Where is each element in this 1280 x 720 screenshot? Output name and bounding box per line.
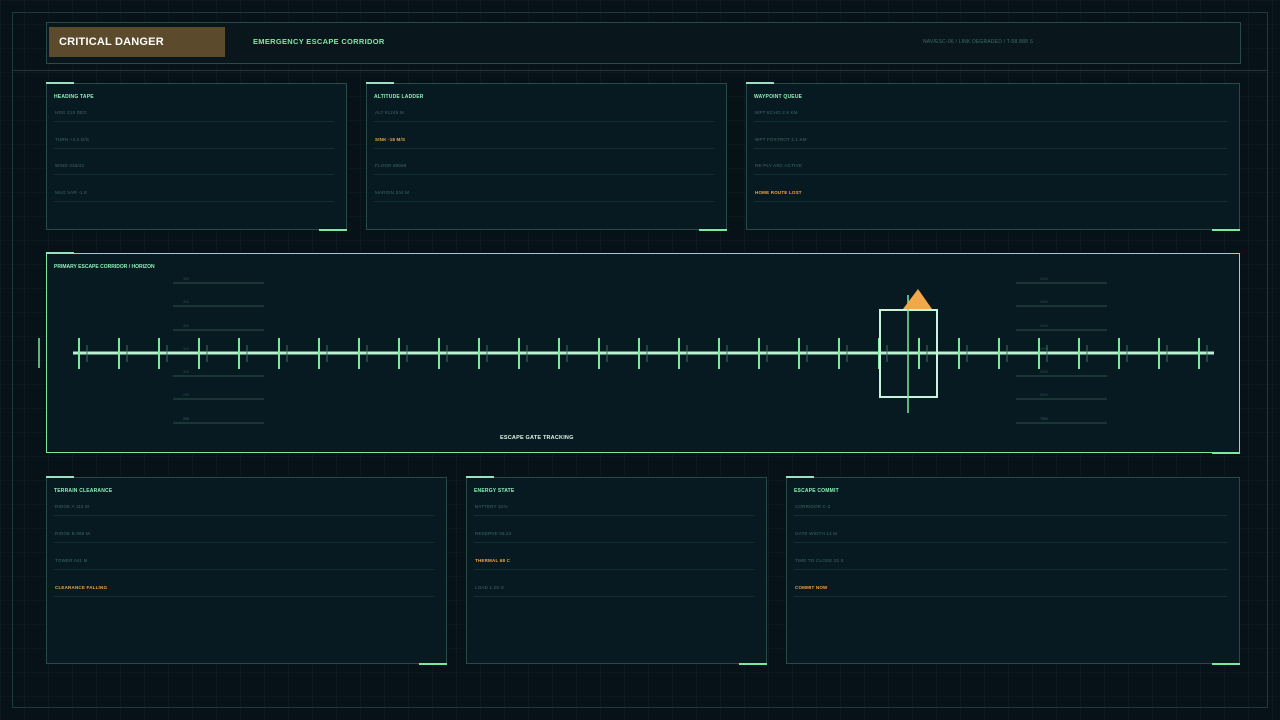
- readout-clearance: CLEARANCE FALLING: [55, 585, 108, 590]
- readout-corridor: CORRIDOR C-3: [795, 504, 831, 509]
- corner-accent: [466, 476, 494, 478]
- row-divider: [474, 515, 754, 516]
- row-divider: [794, 542, 1227, 543]
- commit-now-button[interactable]: COMMIT NOW: [795, 585, 828, 590]
- scale-label: 290: [183, 393, 189, 397]
- row-divider: [54, 596, 434, 597]
- readout-tower: TOWER 041 M: [55, 558, 88, 563]
- row-divider: [794, 596, 1227, 597]
- scale-label: 6000: [1040, 370, 1048, 374]
- row-divider: [794, 515, 1227, 516]
- corner-accent: [1212, 663, 1240, 665]
- scale-label: 5000: [1040, 324, 1048, 328]
- readout-reserve: RESERVE 06:42: [475, 531, 512, 536]
- scale-label: 4500: [1040, 300, 1048, 304]
- row-divider: [54, 542, 434, 543]
- scale-label: 6500: [1040, 393, 1048, 397]
- readout-load: LOAD 1.26 G: [475, 585, 505, 590]
- corner-accent: [739, 663, 767, 665]
- readout-battery: BATTERY 31%: [475, 504, 508, 509]
- scale-label: 340: [183, 300, 189, 304]
- panel-title: ENERGY STATE: [474, 488, 515, 494]
- readout-thermal: THERMAL 68 C: [475, 558, 511, 563]
- corner-accent: [419, 663, 447, 665]
- row-divider: [54, 569, 434, 570]
- panel-title: ESCAPE COMMIT: [794, 488, 839, 494]
- readout-ridge-b: RIDGE B 086 M: [55, 531, 90, 536]
- row-divider: [474, 542, 754, 543]
- scale-label: 7500: [1040, 417, 1048, 421]
- readout-time-to-close: TIME TO CLOSE 22 S: [795, 558, 844, 563]
- corner-accent: [46, 476, 74, 478]
- readout-gate-width: GATE WIDTH 14 M: [795, 531, 838, 536]
- panel-title: TERRAIN CLEARANCE: [54, 488, 113, 494]
- scale-label: 350: [183, 277, 189, 281]
- corner-accent: [786, 476, 814, 478]
- scale-label: 330: [183, 324, 189, 328]
- right-scale-ladder: 40004500500055006000650070007500: [1016, 277, 1107, 424]
- panel-energy-state: ENERGY STATE BATTERY 31% RESERVE 06:42 T…: [466, 476, 767, 665]
- row-divider: [54, 515, 434, 516]
- row-divider: [794, 569, 1227, 570]
- scale-label: 310: [183, 370, 189, 374]
- scale-label: 320: [183, 347, 189, 351]
- readout-ridge-a: RIDGE A 112 M: [55, 504, 90, 509]
- scale-label: 4000: [1040, 277, 1048, 281]
- panel-escape-commit: ESCAPE COMMIT CORRIDOR C-3 GATE WIDTH 14…: [786, 476, 1240, 665]
- scale-label: 270: [183, 417, 189, 421]
- row-divider: [474, 596, 754, 597]
- row-divider: [474, 569, 754, 570]
- left-scale-ladder: 350340330320310290280270: [173, 277, 264, 424]
- panel-terrain-clearance: TERRAIN CLEARANCE RIDGE A 112 M RIDGE B …: [46, 476, 447, 665]
